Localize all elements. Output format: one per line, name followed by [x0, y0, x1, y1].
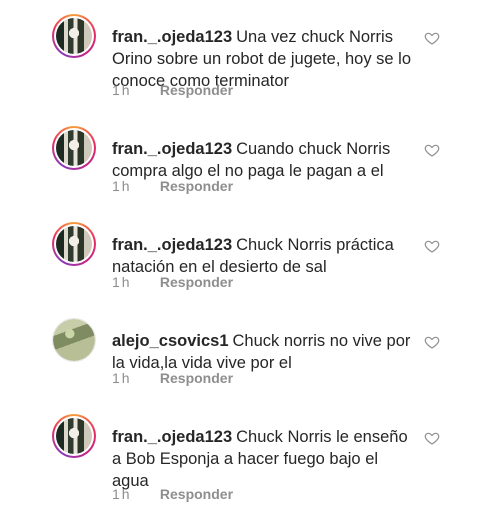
- comment-username[interactable]: alejo_csovics1: [112, 332, 229, 350]
- user-avatar[interactable]: [52, 318, 96, 362]
- comment-meta: 1h Responder: [112, 82, 233, 98]
- avatar-image: [56, 130, 92, 166]
- reply-button[interactable]: Responder: [160, 178, 233, 194]
- comment-username[interactable]: fran._.ojeda123: [112, 28, 232, 46]
- avatar-image: [56, 18, 92, 54]
- heart-outline-icon[interactable]: [424, 334, 440, 350]
- comment-time: 1h: [112, 178, 132, 194]
- comment-text-block: fran._.ojeda123 Cuando chuck Norris compr…: [112, 138, 402, 182]
- avatar-image: [53, 319, 95, 361]
- reply-button[interactable]: Responder: [160, 370, 233, 386]
- user-avatar[interactable]: [52, 14, 96, 58]
- heart-outline-icon[interactable]: [424, 142, 440, 158]
- comment-time: 1h: [112, 82, 132, 98]
- comment-text-block: fran._.ojeda123 Chuck Norris le enseño a …: [112, 426, 412, 492]
- comment-item: fran._.ojeda123 Una vez chuck Norris Orin…: [0, 14, 500, 110]
- user-avatar[interactable]: [52, 222, 96, 266]
- comment-meta: 1h Responder: [112, 178, 233, 194]
- comment-username[interactable]: fran._.ojeda123: [112, 428, 232, 446]
- comment-time: 1h: [112, 274, 132, 290]
- avatar-image: [56, 226, 92, 262]
- reply-button[interactable]: Responder: [160, 274, 233, 290]
- comment-item: fran._.ojeda123 Chuck Norris práctica nat…: [0, 222, 500, 318]
- user-avatar[interactable]: [52, 126, 96, 170]
- comment-username[interactable]: fran._.ojeda123: [112, 140, 232, 158]
- comment-meta: 1h Responder: [112, 274, 233, 290]
- reply-button[interactable]: Responder: [160, 82, 233, 98]
- comment-meta: 1h Responder: [112, 370, 233, 386]
- comment-item: fran._.ojeda123 Cuando chuck Norris compr…: [0, 126, 500, 222]
- heart-outline-icon[interactable]: [424, 430, 440, 446]
- comment-item: fran._.ojeda123 Chuck Norris le enseño a …: [0, 414, 500, 510]
- user-avatar[interactable]: [52, 414, 96, 458]
- comment-item: alejo_csovics1 Chuck norris no vive por l…: [0, 318, 500, 414]
- comment-text-block: alejo_csovics1 Chuck norris no vive por l…: [112, 330, 412, 374]
- comment-time: 1h: [112, 370, 132, 386]
- comment-username[interactable]: fran._.ojeda123: [112, 236, 232, 254]
- heart-outline-icon[interactable]: [424, 30, 440, 46]
- comment-text-block: fran._.ojeda123 Chuck Norris práctica nat…: [112, 234, 402, 278]
- avatar-image: [56, 418, 92, 454]
- heart-outline-icon[interactable]: [424, 238, 440, 254]
